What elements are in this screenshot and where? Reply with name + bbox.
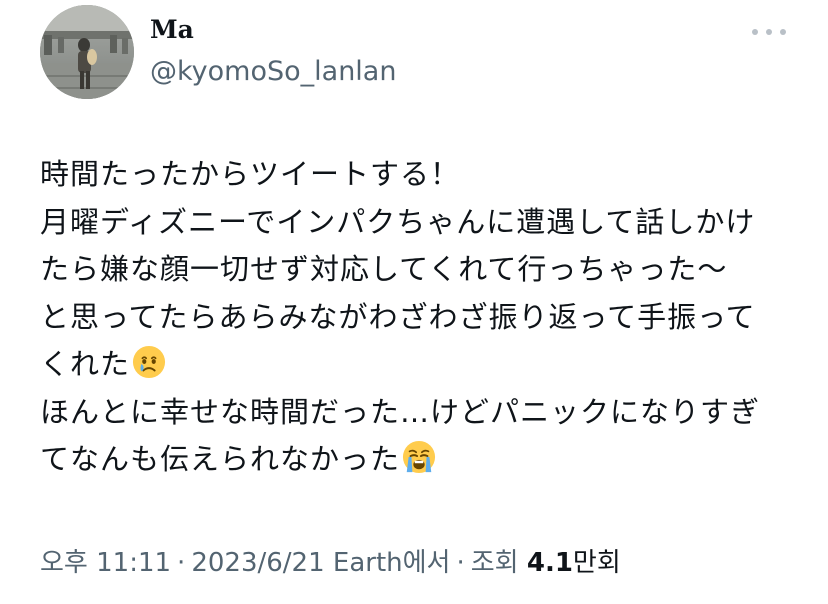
tweet-source: Earth에서 bbox=[332, 548, 451, 578]
author-display-name[interactable]: Ma bbox=[150, 14, 194, 46]
tweet-text-line: と思ってたらあらみながわざわざ振り返って手振って bbox=[40, 299, 756, 334]
tweet-text-line-with-emoji: くれた bbox=[40, 341, 800, 389]
tweet-text-segment: くれた bbox=[40, 347, 131, 381]
tweet-time[interactable]: 오후 11:11 bbox=[40, 548, 171, 578]
loudly-crying-face-icon bbox=[402, 440, 436, 474]
tweet-text-line: 時間たったからツイートする！ bbox=[40, 157, 461, 191]
meta-separator: · bbox=[177, 548, 186, 578]
more-dot-icon bbox=[780, 29, 786, 35]
more-dot-icon bbox=[752, 29, 758, 35]
views-count[interactable]: 4.1 bbox=[527, 548, 573, 578]
meta-separator: · bbox=[456, 548, 465, 578]
avatar-photo bbox=[40, 5, 134, 99]
author-handle[interactable]: @kyomoSo_lanlan bbox=[150, 55, 396, 89]
face-holding-back-tears-icon bbox=[132, 345, 166, 379]
tweet-text-line: たら嫌な顔一切せず対応してくれて行っちゃった～ bbox=[40, 252, 728, 286]
tweet-text-line: ほんとに幸せな時間だった…けどパニックになりすぎ bbox=[40, 394, 761, 429]
more-options-button[interactable] bbox=[752, 24, 786, 40]
more-dot-icon bbox=[766, 29, 772, 35]
tweet-detail: Ma @kyomoSo_lanlan 時間たったからツイートする！ 月曜ディズニ… bbox=[0, 0, 828, 604]
views-unit: 만회 bbox=[572, 548, 621, 578]
tweet-date[interactable]: 2023/6/21 bbox=[191, 548, 324, 578]
tweet-text: 時間たったからツイートする！ 月曜ディズニーでインパクちゃんに遭遇して話しかけ … bbox=[40, 151, 800, 484]
author-avatar[interactable] bbox=[40, 5, 134, 99]
tweet-text-segment: てなんも伝えられなかった bbox=[40, 442, 401, 476]
tweet-text-line: 月曜ディズニーでインパクちゃんに遭遇して話しかけ bbox=[40, 204, 756, 239]
views-label: 조회 bbox=[470, 548, 519, 578]
tweet-metadata: 오후 11:11 · 2023/6/21 Earth에서 · 조회 4.1만회 bbox=[40, 546, 621, 580]
tweet-text-line-with-emoji: てなんも伝えられなかった bbox=[40, 436, 800, 484]
